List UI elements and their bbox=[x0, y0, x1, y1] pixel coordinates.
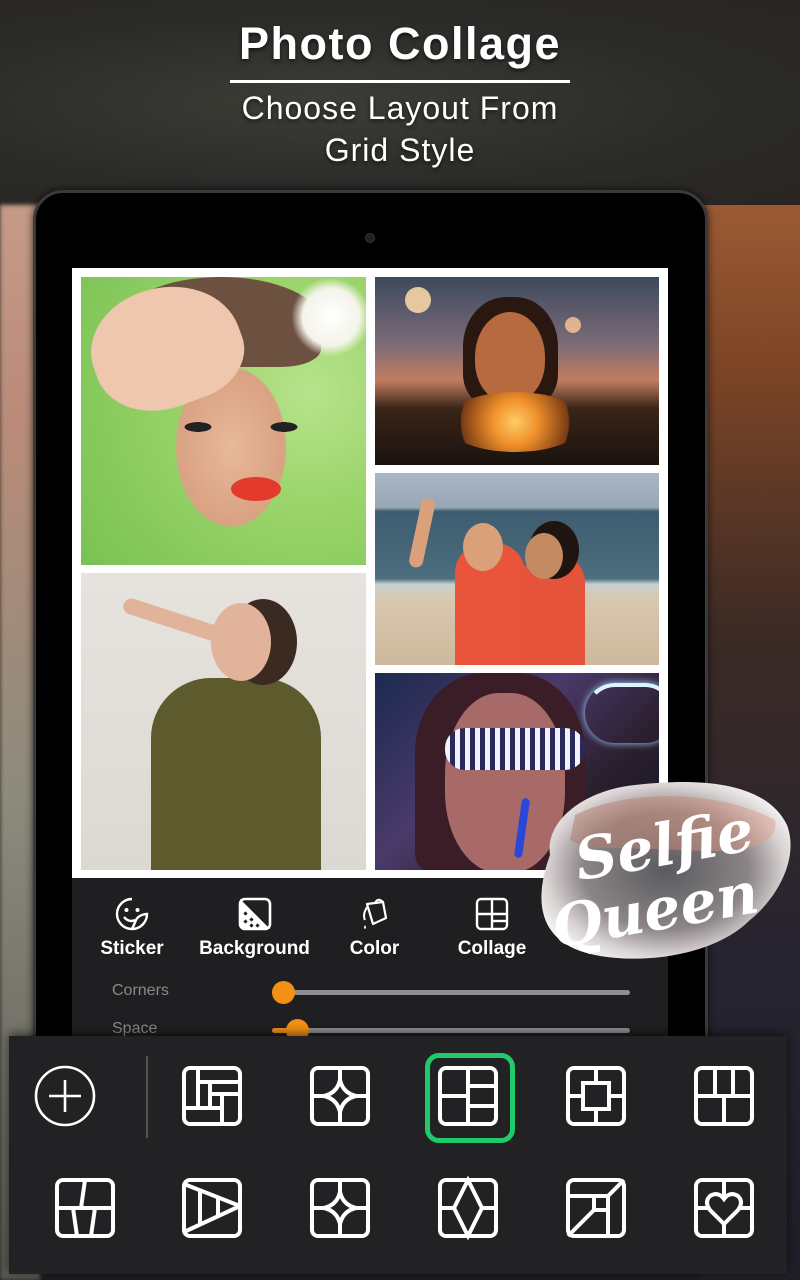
layout-stacked-blocks-icon bbox=[182, 1066, 242, 1126]
slider-track[interactable] bbox=[272, 1019, 630, 1042]
layout-heart-center-icon bbox=[694, 1178, 754, 1238]
slider-track[interactable] bbox=[271, 981, 630, 1004]
layout-option-layout-diagonal-corner[interactable] bbox=[564, 1176, 628, 1240]
photo-detail bbox=[176, 417, 306, 437]
background-icon bbox=[238, 897, 271, 931]
tool-label: Background bbox=[199, 938, 310, 959]
camera-icon bbox=[365, 233, 375, 243]
promo-subtitle-line2: Grid Style bbox=[324, 132, 476, 168]
layout-triangle-wedge-icon bbox=[182, 1178, 242, 1238]
tool-collage[interactable]: Collage bbox=[452, 894, 532, 960]
add-layout-button[interactable] bbox=[33, 1064, 97, 1128]
panel-divider bbox=[146, 1056, 148, 1138]
tool-label: Collage bbox=[457, 938, 527, 959]
slider-thumb[interactable] bbox=[271, 981, 295, 1004]
photo-woman-kiss-pose[interactable] bbox=[81, 573, 366, 870]
layout-option-layout-three-top-two-bottom[interactable] bbox=[692, 1064, 756, 1128]
tool-label: Sticker bbox=[100, 938, 164, 959]
slider-label: Corners bbox=[112, 982, 169, 999]
layout-star-center-2-icon bbox=[310, 1178, 370, 1238]
layout-option-layout-triangle-wedge[interactable] bbox=[180, 1176, 244, 1240]
photo-friends-beach-selfie[interactable] bbox=[375, 473, 659, 665]
photo-detail bbox=[445, 728, 585, 770]
layout-option-layout-square-center[interactable] bbox=[564, 1064, 628, 1128]
tool-label: Color bbox=[349, 938, 400, 959]
photo-detail bbox=[475, 312, 545, 402]
photo-detail bbox=[291, 277, 366, 357]
photo-detail bbox=[151, 678, 321, 870]
layout-square-center-icon bbox=[566, 1066, 626, 1126]
photo-woman-fairy-lights[interactable] bbox=[375, 277, 659, 465]
promo-subtitle-line1: Choose Layout From bbox=[241, 90, 559, 126]
paint-bucket-icon bbox=[362, 898, 387, 929]
photo-detail bbox=[463, 523, 503, 571]
layout-diamond-center-icon bbox=[438, 1175, 498, 1241]
layout-option-layout-heart-center[interactable] bbox=[692, 1176, 756, 1240]
collage-icon bbox=[475, 897, 509, 931]
layout-option-layout-grid-2x3-right[interactable] bbox=[425, 1053, 515, 1143]
tool-background[interactable]: Background bbox=[192, 894, 317, 960]
photo-detail bbox=[525, 533, 563, 579]
tool-color[interactable]: Color bbox=[342, 894, 407, 960]
photo-detail bbox=[231, 477, 281, 501]
tool-sticker[interactable]: Sticker bbox=[97, 894, 167, 960]
layout-picker-panel bbox=[9, 1036, 787, 1274]
corners-slider[interactable]: Corners bbox=[112, 980, 632, 1004]
layout-option-layout-slanted-columns[interactable] bbox=[53, 1176, 117, 1240]
layout-slanted-columns-icon bbox=[55, 1178, 115, 1238]
layout-option-layout-star-center[interactable] bbox=[308, 1064, 372, 1128]
layout-grid-2x3-right-icon bbox=[438, 1066, 498, 1126]
layout-option-layout-diamond-center[interactable] bbox=[436, 1175, 500, 1241]
layout-star-center-icon bbox=[310, 1066, 370, 1126]
layout-three-top-two-bottom-icon bbox=[694, 1066, 754, 1126]
photo-detail bbox=[445, 392, 585, 452]
selfie-queen-sticker: Selfie Queen bbox=[541, 781, 791, 962]
layout-option-layout-star-center-2[interactable] bbox=[308, 1176, 372, 1240]
photo-detail bbox=[405, 287, 431, 313]
photo-detail bbox=[407, 497, 437, 569]
title-divider bbox=[230, 80, 570, 83]
layout-option-layout-stacked-blocks[interactable] bbox=[180, 1064, 244, 1128]
photo-woman-flowers[interactable] bbox=[81, 277, 366, 565]
sticker-icon bbox=[115, 897, 149, 931]
layout-diagonal-corner-icon bbox=[566, 1178, 626, 1238]
photo-detail bbox=[565, 317, 581, 333]
promo-header: Photo Collage Choose Layout From Grid St… bbox=[0, 14, 800, 171]
promo-title: Photo Collage bbox=[239, 18, 561, 69]
photo-detail bbox=[585, 683, 659, 743]
